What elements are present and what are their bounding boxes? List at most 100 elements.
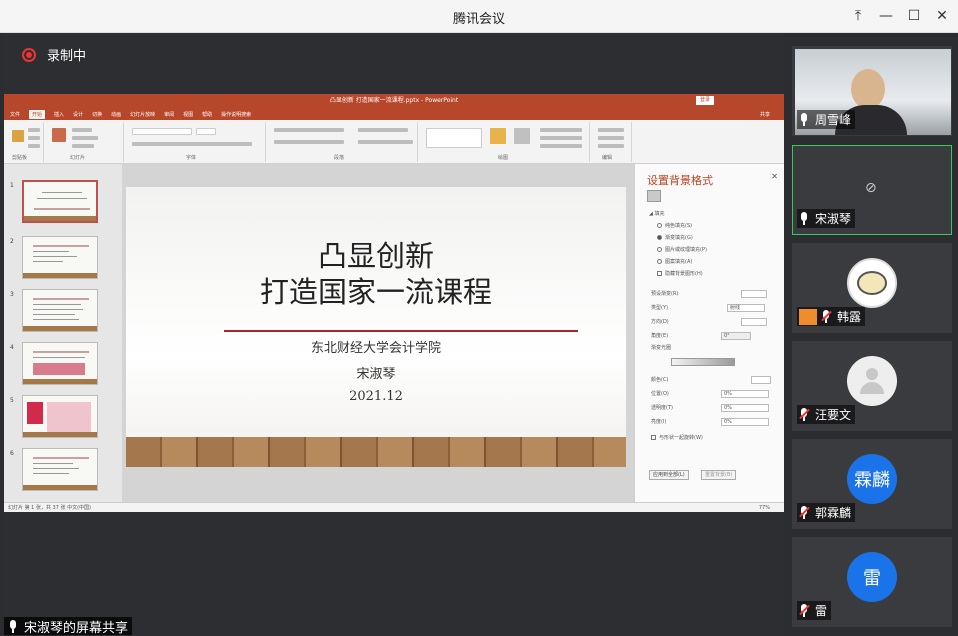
ribbon-label: 编辑: [602, 155, 613, 161]
mic-muted-icon: [799, 604, 809, 617]
participant-name-tag: 韩露: [797, 307, 866, 326]
ribbon-label: 绘图: [498, 155, 509, 161]
slide-thumbnails-panel[interactable]: 1 2 3 4 5 6: [4, 164, 122, 502]
slide-number: 3: [10, 291, 14, 298]
ribbon-label: 段落: [334, 155, 345, 161]
mic-muted-icon: [799, 506, 809, 519]
slide-editing-area: 凸显创新 打造国家一流课程 东北财经大学会计学院 宋淑琴 2021.12: [122, 164, 634, 502]
mic-muted-icon: [799, 408, 809, 421]
reset-background-button[interactable]: 重置背景(B): [701, 470, 737, 480]
participant-tile[interactable]: 周雪峰: [792, 46, 952, 136]
participant-tile[interactable]: ⊘ 宋淑琴: [792, 145, 952, 235]
slide-thumbnail[interactable]: [22, 236, 98, 279]
apply-all-button[interactable]: 应用到全部(L): [649, 470, 689, 480]
camera-off-icon: ⊘: [865, 180, 877, 196]
tab-insert[interactable]: 插入: [54, 111, 64, 118]
tab-home[interactable]: 开始: [29, 109, 46, 119]
slide-author: 宋淑琴: [356, 367, 396, 382]
direction-dropdown[interactable]: [741, 318, 767, 326]
ribbon-group-editing[interactable]: 编辑: [592, 122, 632, 162]
ppt-tabs: 文件 开始 插入 设计 切换 动画 幻灯片放映 审阅 视图 帮助 操作说明搜索 …: [4, 108, 784, 120]
tab-transitions[interactable]: 切换: [92, 111, 102, 118]
zoom-level[interactable]: 77%: [759, 503, 770, 512]
ribbon-group-font[interactable]: 字体: [126, 122, 266, 162]
rotate-with-shape-checkbox[interactable]: 与形状一起旋转(W): [651, 434, 703, 441]
wood-floor-image: [126, 437, 626, 467]
tab-help[interactable]: 帮助: [202, 111, 212, 118]
ribbon-group-paragraph[interactable]: 段落: [268, 122, 418, 162]
host-icon: [799, 308, 817, 325]
color-picker[interactable]: [751, 376, 771, 384]
ribbon-group-slides[interactable]: 幻灯片: [46, 122, 124, 162]
ribbon-label: 字体: [186, 155, 197, 161]
participant-tile[interactable]: 韩露: [792, 243, 952, 333]
slide-title-line2: 打造国家一流课程: [259, 275, 492, 309]
slide-number: 1: [10, 182, 14, 189]
pane-close-icon[interactable]: ✕: [771, 172, 778, 181]
tab-design[interactable]: 设计: [73, 111, 83, 118]
participant-tile[interactable]: 雷 雷: [792, 537, 952, 627]
slide-org: 东北财经大学会计学院: [310, 341, 441, 356]
tab-file[interactable]: 文件: [10, 111, 20, 118]
position-field[interactable]: 0%: [721, 390, 769, 398]
slide-thumbnail[interactable]: [22, 342, 98, 385]
ppt-status-bar: 幻灯片 第 1 张，共 37 张 中文(中国) 77%: [4, 502, 784, 512]
tab-review[interactable]: 审阅: [164, 111, 174, 118]
transparency-field[interactable]: 0%: [721, 404, 769, 412]
fill-icon[interactable]: [647, 190, 661, 202]
fill-option[interactable]: 渐变填充(G): [657, 234, 693, 241]
close-button[interactable]: ✕: [932, 6, 952, 26]
field-label: 预设渐变(R): [651, 291, 679, 297]
tab-animations[interactable]: 动画: [111, 111, 121, 118]
fill-option[interactable]: 隐藏背景图形(H): [657, 270, 703, 277]
ppt-file-title: 凸显创新 打造国家一流课程.pptx - PowerPoint: [329, 97, 459, 104]
slide-number: 5: [10, 397, 14, 404]
maximize-button[interactable]: ☐: [904, 6, 924, 26]
screen-share-text: 宋淑琴的屏幕共享: [24, 620, 129, 636]
slide-divider: [224, 330, 578, 332]
status-left: 幻灯片 第 1 张，共 37 张 中文(中国): [8, 505, 91, 511]
login-button[interactable]: 登录: [695, 96, 714, 105]
tab-view[interactable]: 视图: [183, 111, 193, 118]
format-background-pane: 设置背景格式 ✕ ◢ 填充 纯色填充(S) 渐变填充(G) 图片或纹理填充(P)…: [634, 164, 784, 502]
record-icon: [22, 47, 36, 62]
default-avatar: [847, 356, 897, 406]
gradient-stops-slider[interactable]: [671, 358, 735, 366]
slide-thumbnail[interactable]: [22, 289, 98, 332]
cartoon-avatar: [847, 258, 897, 308]
angle-field[interactable]: 0°: [721, 332, 751, 340]
recording-label: 录制中: [47, 49, 87, 64]
ribbon-label: 剪贴板: [12, 155, 28, 161]
slide-thumbnail[interactable]: [22, 180, 98, 223]
preset-gradient-dropdown[interactable]: [741, 290, 767, 298]
slide-number: 4: [10, 344, 14, 351]
powerpoint-window: 凸显创新 打造国家一流课程.pptx - PowerPoint 登录 文件 开始…: [4, 94, 784, 512]
fill-option[interactable]: 图片或纹理填充(P): [657, 246, 707, 253]
share-button[interactable]: 共享: [760, 111, 770, 118]
current-slide[interactable]: 凸显创新 打造国家一流课程 东北财经大学会计学院 宋淑琴 2021.12: [126, 187, 626, 467]
field-label: 透明度(T): [651, 405, 673, 411]
ribbon-group-clipboard[interactable]: 剪贴板: [6, 122, 44, 162]
tab-slideshow[interactable]: 幻灯片放映: [130, 111, 155, 118]
screen-share-label: 宋淑琴的屏幕共享: [4, 617, 133, 636]
pin-icon[interactable]: ⤒: [848, 6, 868, 26]
ribbon-group-drawing[interactable]: 绘图: [420, 122, 590, 162]
section-fill[interactable]: ◢ 填充: [649, 210, 664, 218]
slide-number: 6: [10, 450, 14, 457]
recording-indicator: 录制中: [22, 45, 86, 64]
participant-name-tag: 郭霖麟: [797, 503, 856, 522]
participant-tile[interactable]: 霖麟 郭霖麟: [792, 439, 952, 529]
initials-avatar: 雷: [847, 552, 897, 602]
fill-option[interactable]: 图案填充(A): [657, 258, 692, 265]
participant-name-tag: 汪要文: [797, 405, 856, 424]
slide-thumbnail[interactable]: [22, 395, 98, 438]
slide-thumbnail[interactable]: [22, 448, 98, 491]
tell-me-search[interactable]: 操作说明搜索: [221, 111, 251, 118]
participant-tile[interactable]: 汪要文: [792, 341, 952, 431]
field-label: 类型(Y): [651, 305, 668, 311]
minimize-button[interactable]: —: [876, 6, 896, 26]
fill-option[interactable]: 纯色填充(S): [657, 222, 692, 229]
ribbon: 剪贴板 幻灯片 字体 段落 绘图 编辑: [4, 120, 784, 164]
type-dropdown[interactable]: 射线: [727, 304, 765, 312]
brightness-field[interactable]: 0%: [721, 418, 769, 426]
